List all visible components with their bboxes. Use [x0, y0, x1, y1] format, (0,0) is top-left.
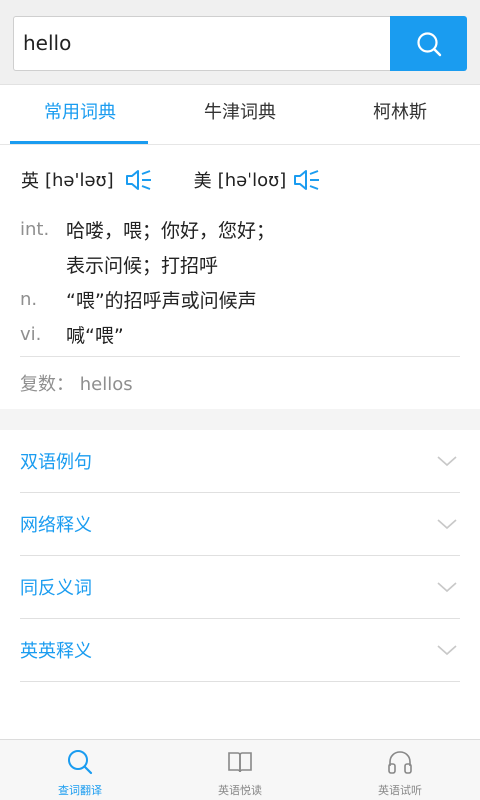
- plural-form: 复数： hellos: [20, 374, 133, 395]
- chevron-down-icon: [437, 519, 457, 530]
- phonetics-row: 英 [hə'ləʊ] 美 [həˈloʊ]: [21, 163, 461, 197]
- search-icon: [416, 31, 441, 56]
- section-separator: [0, 409, 480, 430]
- section-english-definitions[interactable]: 英英释义: [20, 619, 460, 682]
- definition-row: 表示问候；打招呼: [20, 247, 460, 282]
- nav-label: 英语悦读: [218, 784, 262, 797]
- nav-english-listening[interactable]: 英语试听: [320, 740, 480, 800]
- expandable-sections: 双语例句 网络释义 同反义词 英英释义: [20, 430, 460, 682]
- section-label: 英英释义: [20, 641, 92, 662]
- section-synonyms-antonyms[interactable]: 同反义词: [20, 556, 460, 619]
- definition-text: “喂”的招呼声或问候声: [66, 290, 257, 312]
- speaker-icon[interactable]: [124, 167, 154, 193]
- book-icon: [228, 752, 252, 773]
- definitions: int. 哈喽，喂；你好，您好； 表示问候；打招呼 n. “喂”的招呼声或问候声…: [20, 212, 460, 352]
- search-bar: hello: [0, 0, 480, 85]
- nav-label: 查词翻译: [58, 784, 102, 797]
- search-icon: [68, 750, 93, 775]
- nav-english-reading[interactable]: 英语悦读: [160, 740, 320, 800]
- definition-text: 喊“喂”: [66, 325, 124, 347]
- definition-row: int. 哈喽，喂；你好，您好；: [20, 212, 460, 247]
- speaker-icon[interactable]: [292, 167, 322, 193]
- nav-label: 英语试听: [378, 784, 422, 797]
- divider: [20, 356, 460, 357]
- section-label: 双语例句: [20, 452, 92, 473]
- uk-phonetic: 英 [hə'ləʊ]: [21, 167, 154, 193]
- us-phonetic: 美 [həˈloʊ]: [194, 167, 323, 193]
- section-label: 同反义词: [20, 578, 92, 599]
- nav-lookup-translate[interactable]: 查词翻译: [0, 740, 160, 800]
- search-input[interactable]: hello: [13, 16, 390, 71]
- definition-text: 哈喽，喂；你好，您好；: [66, 220, 276, 242]
- section-label: 网络释义: [20, 515, 92, 536]
- chevron-down-icon: [437, 456, 457, 467]
- definition-text: 表示问候；打招呼: [66, 255, 219, 277]
- definition-row: vi. 喊“喂”: [20, 317, 460, 352]
- uk-label: 英: [21, 171, 39, 192]
- headphones-icon: [388, 751, 412, 774]
- part-of-speech: n.: [20, 289, 38, 310]
- part-of-speech: vi.: [20, 324, 42, 345]
- us-label: 美: [193, 171, 212, 192]
- chevron-down-icon: [437, 645, 457, 656]
- search-button[interactable]: [390, 16, 467, 71]
- us-ipa: [həˈloʊ]: [217, 169, 287, 191]
- section-bilingual-examples[interactable]: 双语例句: [20, 430, 460, 493]
- bottom-navigation: 查词翻译 英语悦读 英语试听: [0, 739, 480, 800]
- tab-common-dictionary[interactable]: 常用词典: [0, 85, 160, 144]
- section-web-definitions[interactable]: 网络释义: [20, 493, 460, 556]
- part-of-speech: int.: [20, 219, 50, 240]
- definition-row: n. “喂”的招呼声或问候声: [20, 282, 460, 317]
- dictionary-tabs: 常用词典 牛津词典 柯林斯: [0, 85, 480, 145]
- uk-ipa: [hə'ləʊ]: [45, 169, 114, 191]
- chevron-down-icon: [437, 582, 457, 593]
- tab-collins[interactable]: 柯林斯: [320, 85, 480, 144]
- tab-oxford-dictionary[interactable]: 牛津词典: [160, 85, 320, 144]
